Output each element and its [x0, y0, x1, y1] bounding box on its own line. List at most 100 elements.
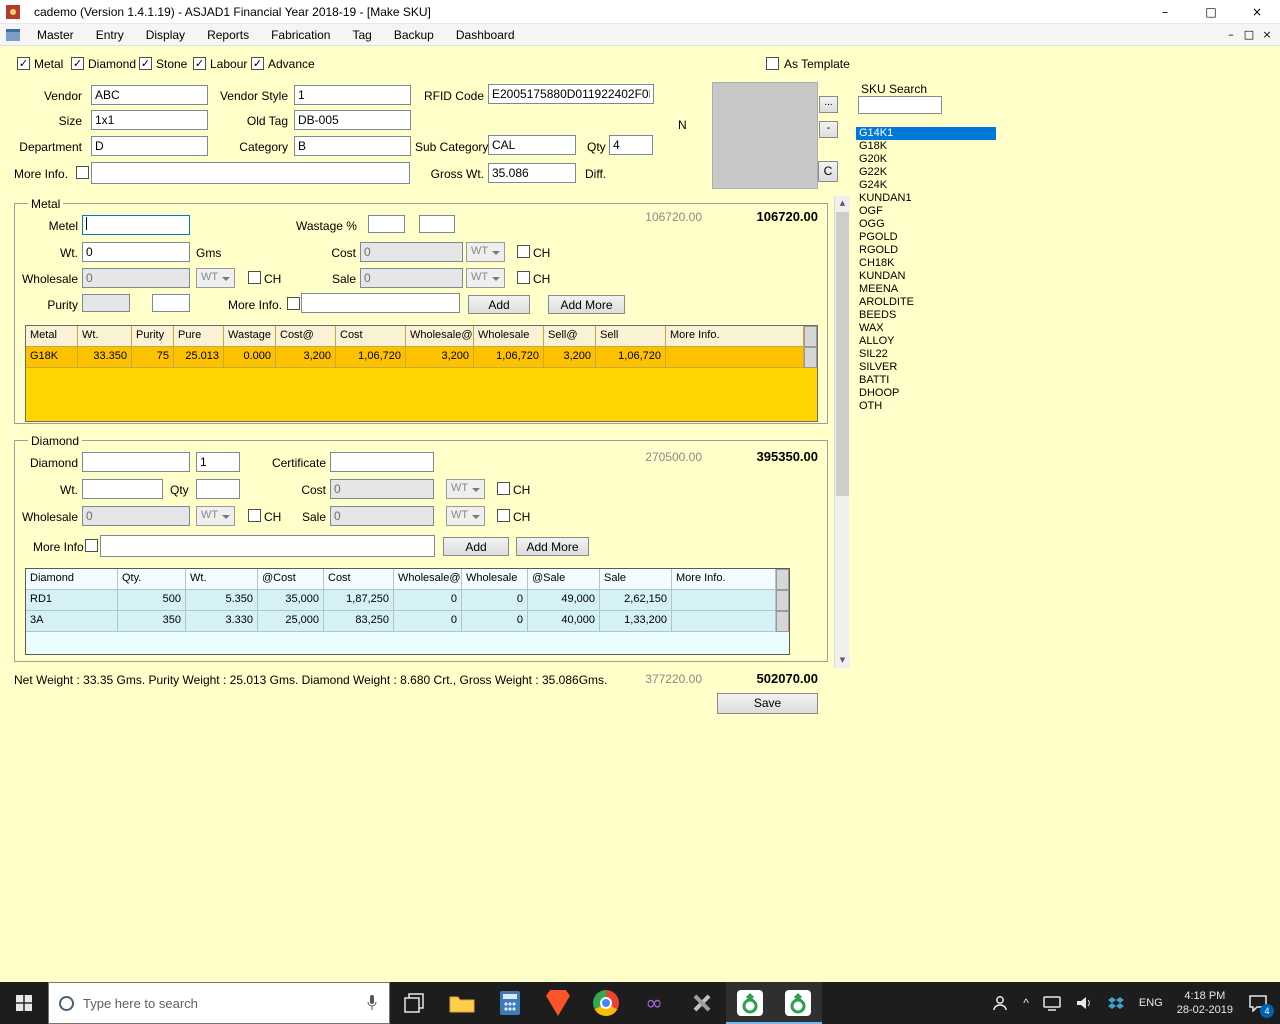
sku-list-item[interactable]: G22K — [856, 166, 996, 179]
sku-list-item[interactable]: G14K1 — [856, 127, 996, 140]
column-header[interactable]: Wholesale@ — [406, 326, 474, 347]
diamond-sale-ch-checkbox[interactable] — [497, 509, 510, 522]
sku-list-item[interactable]: OGF — [856, 205, 996, 218]
rfid-code-field[interactable] — [488, 84, 654, 104]
diamond-qty-field[interactable] — [196, 479, 240, 499]
column-header[interactable]: More Info. — [672, 569, 776, 590]
metal-more-info-field[interactable] — [301, 293, 460, 313]
metal-sale-ch-checkbox[interactable] — [517, 271, 530, 284]
diamond-wholesale-unit-select[interactable]: WT — [196, 506, 235, 526]
certificate-field[interactable] — [330, 452, 434, 472]
column-header[interactable]: Sell@ — [544, 326, 596, 347]
chrome-button[interactable] — [582, 982, 630, 1024]
close-icon[interactable]: × — [1234, 0, 1280, 24]
menu-fabrication[interactable]: Fabrication — [260, 25, 341, 45]
metal-wholesale-unit-select[interactable]: WT — [196, 268, 235, 288]
network-button[interactable] — [1036, 982, 1068, 1024]
sku-list-item[interactable]: OGG — [856, 218, 996, 231]
menu-backup[interactable]: Backup — [383, 25, 445, 45]
visual-studio-button[interactable]: ∞ — [630, 982, 678, 1024]
row-button[interactable] — [776, 611, 789, 632]
diamond-pieces-field[interactable] — [196, 452, 240, 472]
sku-list-item[interactable]: RGOLD — [856, 244, 996, 257]
metal-cost-field[interactable] — [360, 242, 463, 262]
column-header[interactable]: Wt. — [186, 569, 258, 590]
column-header[interactable]: Qty. — [118, 569, 186, 590]
diamond-wt-field[interactable] — [82, 479, 163, 499]
column-header[interactable]: Cost — [324, 569, 394, 590]
department-field[interactable] — [91, 136, 208, 156]
metal-wt-field[interactable] — [82, 242, 190, 262]
column-header[interactable]: Wholesale — [462, 569, 528, 590]
diamond-more-info-field[interactable] — [100, 535, 435, 557]
jewelry-app-button-1[interactable] — [726, 982, 774, 1024]
metal-cost-ch-checkbox[interactable] — [517, 245, 530, 258]
diamond-cost-ch-checkbox[interactable] — [497, 482, 510, 495]
category-field[interactable] — [294, 136, 411, 156]
column-header[interactable]: Wt. — [78, 326, 132, 347]
sku-list-item[interactable]: OTH — [856, 400, 996, 413]
sku-image-placeholder[interactable] — [712, 82, 818, 189]
metal-sale-field[interactable] — [360, 268, 463, 288]
scrollbar-thumb[interactable] — [836, 212, 849, 496]
vendor-style-field[interactable] — [294, 85, 411, 105]
advance-checkbox[interactable]: ✓ — [251, 57, 264, 70]
metal-table-row[interactable]: G18K 33.350 75 25.013 0.000 3,200 1,06,7… — [26, 347, 817, 368]
clock[interactable]: 4:18 PM 28-02-2019 — [1170, 982, 1240, 1024]
microphone-icon[interactable] — [365, 994, 379, 1012]
column-header[interactable]: Metal — [26, 326, 78, 347]
volume-button[interactable] — [1068, 982, 1100, 1024]
metel-field[interactable] — [82, 215, 190, 235]
column-header[interactable]: Cost — [336, 326, 406, 347]
gross-wt-field[interactable] — [488, 163, 576, 183]
diamond-add-button[interactable]: Add — [443, 537, 509, 556]
menu-reports[interactable]: Reports — [196, 25, 260, 45]
action-center-button[interactable]: 4 — [1240, 982, 1280, 1024]
mdi-restore-icon[interactable]: □ — [1240, 28, 1258, 41]
start-button[interactable] — [0, 982, 48, 1024]
column-header[interactable]: Cost@ — [276, 326, 336, 347]
diamond-sale-unit-select[interactable]: WT — [446, 506, 485, 526]
vendor-field[interactable] — [91, 85, 208, 105]
metal-add-more-button[interactable]: Add More — [548, 295, 625, 314]
diamond-wholesale-ch-checkbox[interactable] — [248, 509, 261, 522]
column-header[interactable]: More Info. — [666, 326, 804, 347]
scroll-up-icon[interactable]: ▲ — [835, 196, 850, 211]
scroll-down-icon[interactable]: ▼ — [835, 653, 850, 668]
diamond-add-more-button[interactable]: Add More — [516, 537, 589, 556]
column-header[interactable]: Wholesale@ — [394, 569, 462, 590]
menu-dashboard[interactable]: Dashboard — [445, 25, 526, 45]
wastage-amount-field[interactable] — [419, 215, 455, 233]
image-remove-button[interactable]: - — [819, 121, 838, 138]
image-browse-button[interactable]: ... — [819, 96, 838, 113]
metal-sale-unit-select[interactable]: WT — [466, 268, 505, 288]
save-button[interactable]: Save — [717, 693, 818, 714]
more-info-field[interactable] — [91, 162, 410, 184]
diamond-more-info-checkbox[interactable] — [85, 539, 98, 552]
metal-cost-unit-select[interactable]: WT — [466, 242, 505, 262]
diamond-wholesale-field[interactable] — [82, 506, 190, 526]
taskbar-search[interactable]: Type here to search — [48, 982, 390, 1024]
more-info-checkbox[interactable] — [76, 166, 89, 179]
sku-list-item[interactable]: ALLOY — [856, 335, 996, 348]
sku-list-item[interactable]: KUNDAN1 — [856, 192, 996, 205]
row-button[interactable] — [776, 590, 789, 611]
mdi-minimize-icon[interactable]: – — [1222, 28, 1240, 41]
column-header[interactable]: Wastage — [224, 326, 276, 347]
language-indicator[interactable]: ENG — [1132, 982, 1170, 1024]
menu-entry[interactable]: Entry — [85, 25, 135, 45]
sku-list-item[interactable]: KUNDAN — [856, 270, 996, 283]
sku-list-item[interactable]: WAX — [856, 322, 996, 335]
minimize-icon[interactable]: – — [1142, 0, 1188, 24]
sku-list-item[interactable]: G24K — [856, 179, 996, 192]
diamond-name-field[interactable] — [82, 452, 190, 472]
maximize-icon[interactable]: □ — [1188, 0, 1234, 24]
column-header[interactable]: Purity — [132, 326, 174, 347]
mdi-close-icon[interactable]: × — [1258, 28, 1276, 41]
sku-list-item[interactable]: SIL22 — [856, 348, 996, 361]
column-header[interactable]: @Cost — [258, 569, 324, 590]
image-c-button[interactable]: C — [818, 161, 838, 182]
qty-field[interactable] — [609, 135, 653, 155]
task-view-button[interactable] — [390, 982, 438, 1024]
old-tag-field[interactable] — [294, 110, 411, 130]
